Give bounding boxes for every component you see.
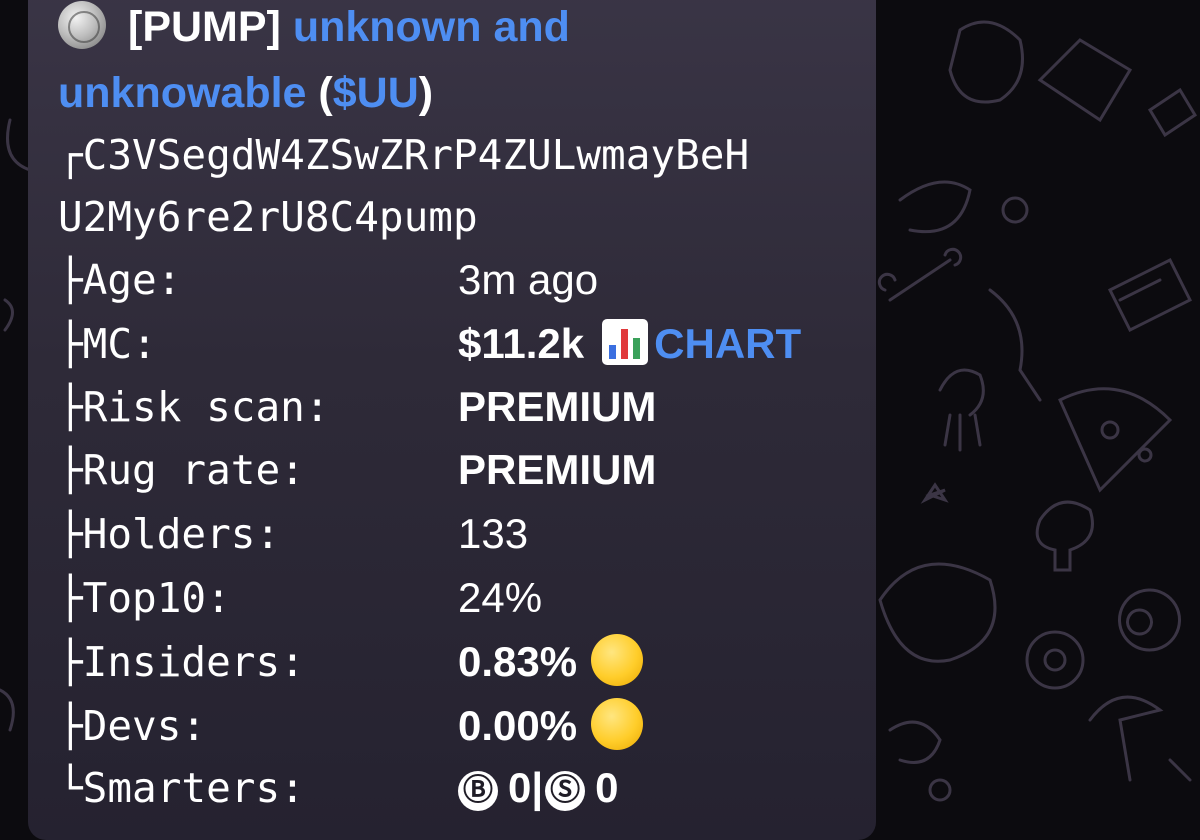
row-mc: ├MC: $11.2k CHART — [58, 312, 858, 376]
smarters-value-group: Ⓑ 0| Ⓢ 0 — [458, 756, 618, 820]
top10-value: 24% — [458, 574, 543, 621]
smarters-s-value: 0 — [595, 764, 619, 811]
bar-chart-icon — [602, 319, 649, 365]
devs-label: ├Devs: — [58, 702, 207, 750]
chart-link[interactable]: CHART — [654, 320, 801, 367]
insiders-label: ├Insiders: — [58, 638, 305, 686]
risk-scan-label: ├Risk scan: — [58, 383, 330, 431]
ticker-link[interactable]: $UU — [333, 69, 419, 117]
yellow-circle-icon — [591, 698, 644, 750]
row-top10: ├Top10: 24% — [58, 566, 858, 630]
row-holders: ├Holders: 133 — [58, 502, 858, 566]
risk-scan-premium-link[interactable]: PREMIUM — [458, 375, 656, 439]
token-name-part1: unknown and — [292, 3, 570, 51]
contract-address-line2[interactable]: U2My6re2rU8C4pump — [58, 186, 478, 248]
token-title: [PUMP] unknown and unknowable ($UU) — [58, 0, 858, 126]
contract-address-line1[interactable]: ┌C3VSegdW4ZSwZRrP4ZULwmayBeH — [58, 124, 749, 186]
row-smarters: └Smarters: Ⓑ 0| Ⓢ 0 — [58, 756, 858, 820]
smarters-label: └Smarters: — [58, 764, 305, 812]
insiders-value-group: 0.83% — [458, 630, 644, 694]
mc-value-group: $11.2k CHART — [458, 312, 801, 376]
ticker-open-paren: ( — [318, 69, 333, 117]
b-circle-icon: Ⓑ — [458, 771, 498, 811]
devs-value: 0.00% — [458, 702, 578, 749]
holders-value: 133 — [458, 510, 529, 557]
mc-value: $11.2k — [458, 320, 585, 367]
smarters-b-value: 0 — [508, 764, 532, 811]
age-value: 3m ago — [458, 256, 599, 303]
insiders-value: 0.83% — [458, 638, 578, 685]
devs-value-group: 0.00% — [458, 694, 644, 758]
platform-tag: [PUMP] — [128, 3, 281, 51]
smarters-separator: | — [531, 764, 544, 811]
row-age: ├Age: 3m ago — [58, 248, 858, 312]
row-risk-scan: ├Risk scan: PREMIUM — [58, 375, 858, 439]
ticker-close-paren: ) — [418, 69, 434, 117]
row-devs: ├Devs: 0.00% — [58, 694, 858, 758]
age-label: ├Age: — [58, 256, 182, 304]
token-name-part2: unknowable — [58, 69, 307, 117]
holders-label: ├Holders: — [58, 510, 281, 558]
mc-label: ├MC: — [58, 320, 157, 368]
row-insiders: ├Insiders: 0.83% — [58, 630, 858, 694]
s-circle-icon: Ⓢ — [545, 771, 586, 811]
coin-icon — [58, 1, 106, 49]
top10-label: ├Top10: — [58, 574, 231, 622]
row-rug-rate: ├Rug rate: PREMIUM — [58, 438, 858, 502]
rug-rate-premium-link[interactable]: PREMIUM — [458, 438, 656, 502]
yellow-circle-icon — [591, 634, 644, 686]
rug-rate-label: ├Rug rate: — [58, 446, 305, 494]
